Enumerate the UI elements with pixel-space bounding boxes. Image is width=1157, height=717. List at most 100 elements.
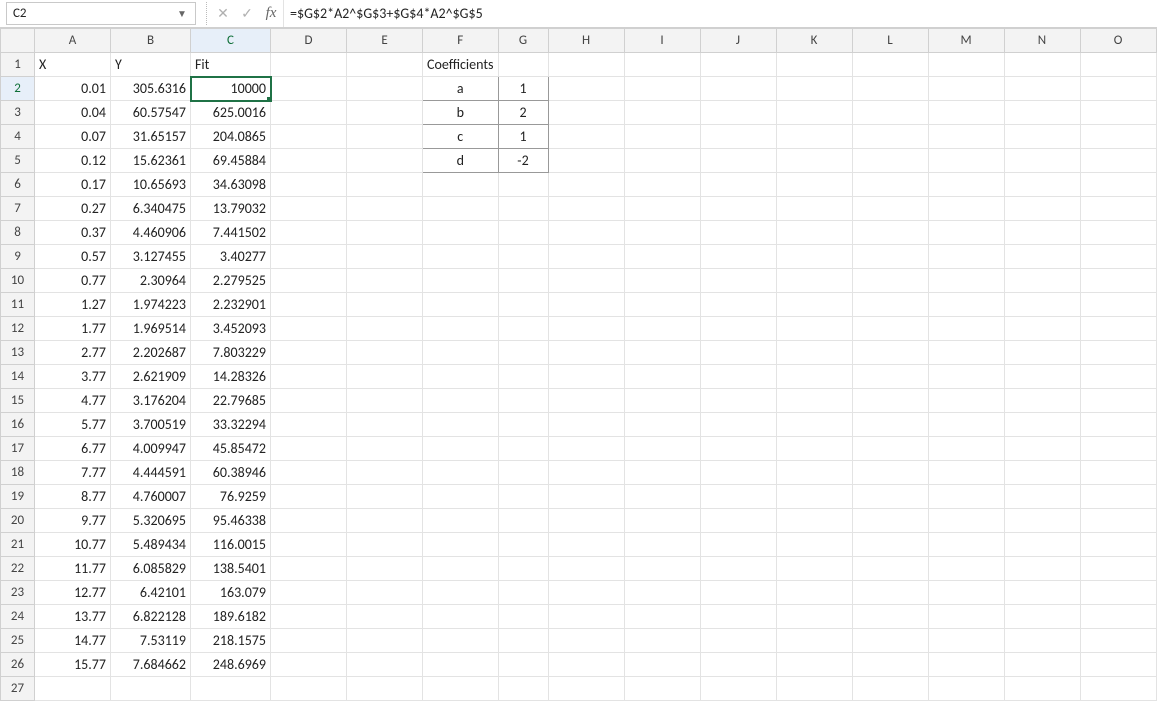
cell-A6[interactable]: 0.17 — [35, 173, 111, 197]
cell-D16[interactable] — [271, 413, 347, 437]
cell-A17[interactable]: 6.77 — [35, 437, 111, 461]
cell-E12[interactable] — [347, 317, 423, 341]
cell-E5[interactable] — [347, 149, 423, 173]
cell-G11[interactable] — [498, 293, 548, 317]
cell-J23[interactable] — [700, 581, 776, 605]
cell-C24[interactable]: 189.6182 — [191, 605, 271, 629]
cell-I10[interactable] — [624, 269, 700, 293]
cell-H27[interactable] — [548, 677, 624, 701]
cell-H12[interactable] — [548, 317, 624, 341]
cell-J16[interactable] — [700, 413, 776, 437]
cell-G27[interactable] — [498, 677, 548, 701]
col-header-K[interactable]: K — [776, 29, 852, 53]
cell-K26[interactable] — [776, 653, 852, 677]
cell-A22[interactable]: 11.77 — [35, 557, 111, 581]
cell-N24[interactable] — [1004, 605, 1080, 629]
cell-O1[interactable] — [1080, 53, 1156, 77]
cell-G21[interactable] — [498, 533, 548, 557]
cell-L2[interactable] — [852, 77, 928, 101]
cell-M10[interactable] — [928, 269, 1004, 293]
cell-J22[interactable] — [700, 557, 776, 581]
cell-F14[interactable] — [423, 365, 499, 389]
select-all-corner[interactable] — [1, 29, 35, 53]
cell-L18[interactable] — [852, 461, 928, 485]
cell-O14[interactable] — [1080, 365, 1156, 389]
cell-B20[interactable]: 5.320695 — [111, 509, 191, 533]
cell-J11[interactable] — [700, 293, 776, 317]
cell-O13[interactable] — [1080, 341, 1156, 365]
cell-M3[interactable] — [928, 101, 1004, 125]
row-header[interactable]: 27 — [1, 677, 35, 701]
row-header[interactable]: 4 — [1, 125, 35, 149]
cell-N26[interactable] — [1004, 653, 1080, 677]
cell-H19[interactable] — [548, 485, 624, 509]
cell-L20[interactable] — [852, 509, 928, 533]
cell-L19[interactable] — [852, 485, 928, 509]
cell-M17[interactable] — [928, 437, 1004, 461]
cell-N18[interactable] — [1004, 461, 1080, 485]
cell-A21[interactable]: 10.77 — [35, 533, 111, 557]
cell-E19[interactable] — [347, 485, 423, 509]
cell-F20[interactable] — [423, 509, 499, 533]
cell-F7[interactable] — [423, 197, 499, 221]
cell-C14[interactable]: 14.28326 — [191, 365, 271, 389]
cell-O2[interactable] — [1080, 77, 1156, 101]
row-header[interactable]: 5 — [1, 149, 35, 173]
cell-D21[interactable] — [271, 533, 347, 557]
cell-E25[interactable] — [347, 629, 423, 653]
cell-N19[interactable] — [1004, 485, 1080, 509]
cell-J1[interactable] — [700, 53, 776, 77]
cell-N15[interactable] — [1004, 389, 1080, 413]
cell-B10[interactable]: 2.30964 — [111, 269, 191, 293]
cell-I24[interactable] — [624, 605, 700, 629]
cell-N4[interactable] — [1004, 125, 1080, 149]
cell-C5[interactable]: 69.45884 — [191, 149, 271, 173]
cell-B13[interactable]: 2.202687 — [111, 341, 191, 365]
cell-H26[interactable] — [548, 653, 624, 677]
cell-F5[interactable]: d — [423, 149, 499, 173]
cell-M11[interactable] — [928, 293, 1004, 317]
cell-M22[interactable] — [928, 557, 1004, 581]
cell-H3[interactable] — [548, 101, 624, 125]
cell-N14[interactable] — [1004, 365, 1080, 389]
cell-J10[interactable] — [700, 269, 776, 293]
cell-I22[interactable] — [624, 557, 700, 581]
cell-C27[interactable] — [191, 677, 271, 701]
row-header[interactable]: 23 — [1, 581, 35, 605]
row-header[interactable]: 12 — [1, 317, 35, 341]
cell-J12[interactable] — [700, 317, 776, 341]
cell-H18[interactable] — [548, 461, 624, 485]
cell-E16[interactable] — [347, 413, 423, 437]
cell-F22[interactable] — [423, 557, 499, 581]
row-header[interactable]: 3 — [1, 101, 35, 125]
cell-O16[interactable] — [1080, 413, 1156, 437]
cell-F10[interactable] — [423, 269, 499, 293]
cell-J27[interactable] — [700, 677, 776, 701]
cell-H4[interactable] — [548, 125, 624, 149]
cell-E20[interactable] — [347, 509, 423, 533]
cell-A9[interactable]: 0.57 — [35, 245, 111, 269]
cell-D9[interactable] — [271, 245, 347, 269]
cell-F25[interactable] — [423, 629, 499, 653]
cell-D13[interactable] — [271, 341, 347, 365]
cell-E17[interactable] — [347, 437, 423, 461]
cell-G2[interactable]: 1 — [498, 77, 548, 101]
cell-K15[interactable] — [776, 389, 852, 413]
cell-J8[interactable] — [700, 221, 776, 245]
cell-J5[interactable] — [700, 149, 776, 173]
cell-E27[interactable] — [347, 677, 423, 701]
cell-B17[interactable]: 4.009947 — [111, 437, 191, 461]
cell-H7[interactable] — [548, 197, 624, 221]
cell-E1[interactable] — [347, 53, 423, 77]
cell-J13[interactable] — [700, 341, 776, 365]
row-header[interactable]: 11 — [1, 293, 35, 317]
cell-O21[interactable] — [1080, 533, 1156, 557]
col-header-A[interactable]: A — [35, 29, 111, 53]
cell-C7[interactable]: 13.79032 — [191, 197, 271, 221]
cell-B4[interactable]: 31.65157 — [111, 125, 191, 149]
row-header[interactable]: 8 — [1, 221, 35, 245]
cell-D3[interactable] — [271, 101, 347, 125]
cell-A19[interactable]: 8.77 — [35, 485, 111, 509]
cell-E3[interactable] — [347, 101, 423, 125]
cell-O7[interactable] — [1080, 197, 1156, 221]
